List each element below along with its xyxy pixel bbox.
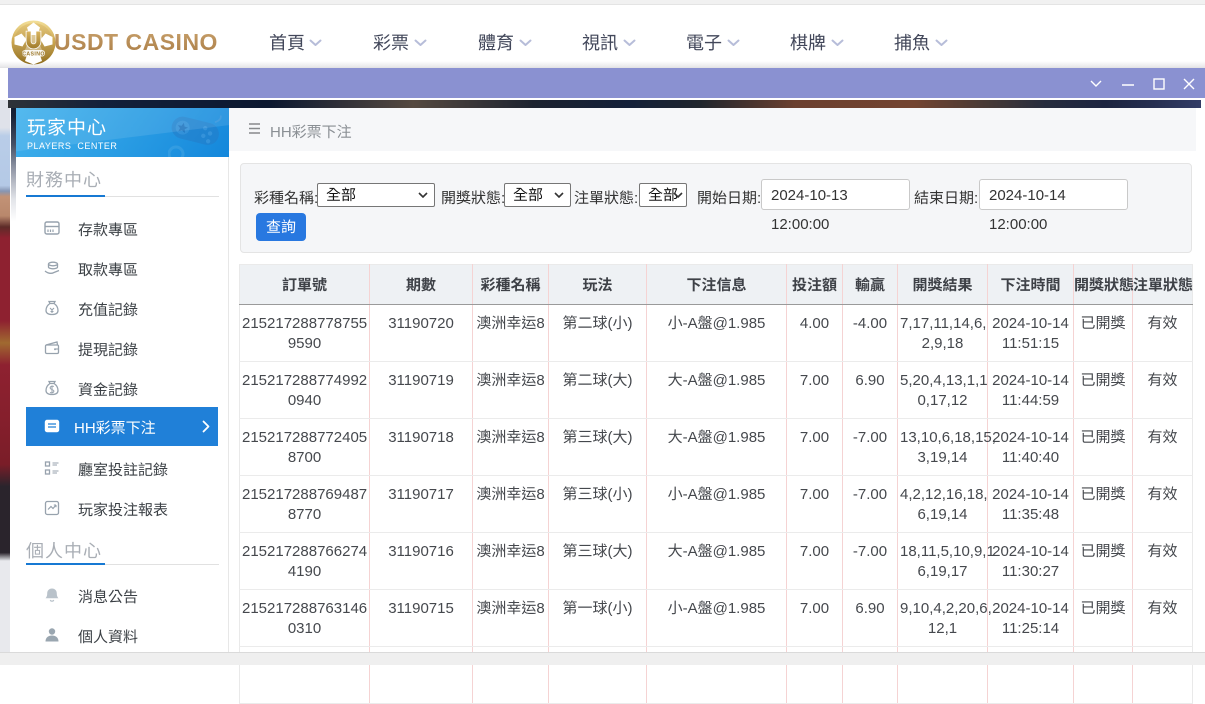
svg-text:CASINO: CASINO [22, 51, 45, 57]
